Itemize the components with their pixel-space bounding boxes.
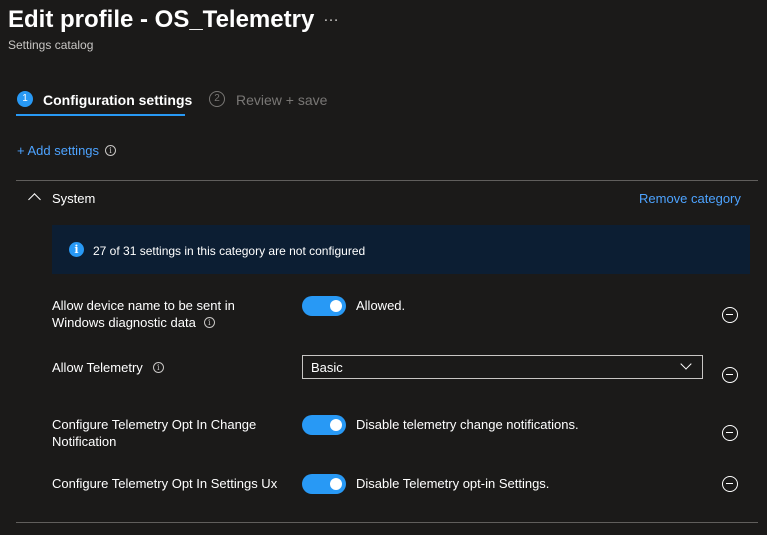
category-divider-top xyxy=(16,180,758,181)
setting-label-line-2: Notification xyxy=(52,434,117,449)
setting-label-line-1: Configure Telemetry Opt In Change xyxy=(52,417,257,432)
tab-configuration-settings[interactable]: Configuration settings xyxy=(43,92,192,108)
chevron-down-icon xyxy=(680,358,692,370)
setting-label-opt-in-change-notification: Configure Telemetry Opt In Change Notifi… xyxy=(52,416,256,450)
active-step-underline xyxy=(16,114,185,116)
category-name[interactable]: System xyxy=(52,191,95,206)
collapse-chevron-up-icon[interactable] xyxy=(28,193,41,206)
setting-label-line-2-row: Windows diagnostic data i xyxy=(52,314,235,331)
info-icon[interactable]: i xyxy=(152,362,164,373)
allow-device-name-value: Allowed. xyxy=(356,298,406,313)
page-title: Edit profile - OS_Telemetry xyxy=(8,6,315,33)
setting-label-line-2: Windows diagnostic data xyxy=(52,315,196,330)
remove-setting-icon[interactable] xyxy=(722,476,738,492)
opt-in-settings-ux-toggle[interactable] xyxy=(302,474,346,494)
category-divider-bottom xyxy=(16,522,758,523)
remove-setting-icon[interactable] xyxy=(722,307,738,323)
info-banner-text: 27 of 31 settings in this category are n… xyxy=(93,244,366,258)
page-subtitle: Settings catalog xyxy=(8,38,94,52)
opt-in-change-notification-toggle[interactable] xyxy=(302,415,346,435)
dropdown-selected-value: Basic xyxy=(311,360,343,375)
opt-in-settings-ux-value: Disable Telemetry opt-in Settings. xyxy=(356,476,550,491)
info-icon: i xyxy=(69,242,84,257)
tab-review-save[interactable]: Review + save xyxy=(236,92,327,108)
step-1-number-icon[interactable]: 1 xyxy=(17,91,33,107)
allow-device-name-toggle[interactable] xyxy=(302,296,346,316)
remove-category-link[interactable]: Remove category xyxy=(639,191,741,206)
allow-telemetry-dropdown[interactable]: Basic xyxy=(302,355,703,379)
step-2-number-icon[interactable]: 2 xyxy=(209,91,225,107)
more-options-icon[interactable]: … xyxy=(323,8,340,26)
remove-setting-icon[interactable] xyxy=(722,425,738,441)
add-settings-link[interactable]: + Add settings xyxy=(17,143,99,158)
remove-setting-icon[interactable] xyxy=(722,367,738,383)
opt-in-change-notification-value: Disable telemetry change notifications. xyxy=(356,417,579,432)
setting-label-opt-in-settings-ux: Configure Telemetry Opt In Settings Ux xyxy=(52,476,278,491)
setting-label-allow-telemetry: Allow Telemetry xyxy=(52,360,143,375)
toggle-knob xyxy=(330,419,342,431)
setting-label-allow-telemetry-row: Allow Telemetry i xyxy=(52,359,164,376)
setting-label-allow-device-name: Allow device name to be sent in Windows … xyxy=(52,297,235,331)
setting-label-line-1: Allow device name to be sent in xyxy=(52,298,235,313)
toggle-knob xyxy=(330,300,342,312)
info-icon[interactable]: i xyxy=(203,317,215,328)
toggle-knob xyxy=(330,478,342,490)
add-settings-info-icon[interactable]: i xyxy=(105,145,116,156)
